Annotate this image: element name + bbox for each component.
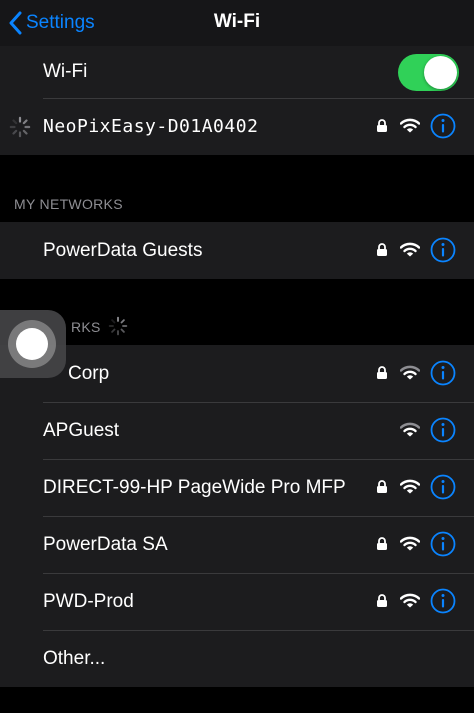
info-icon[interactable] [430,237,456,263]
info-icon[interactable] [430,588,456,614]
network-name: NeoPixEasy-D01A0402 [43,116,259,137]
other-network-label: Other... [43,647,106,669]
network-name: PowerData SA [43,533,168,555]
my-networks-group: PowerData Guests [0,222,474,279]
network-row[interactable]: PowerData SA [0,516,474,573]
wifi-group: Wi-Fi NeoPixEasy-D01A0402 [0,46,474,155]
network-name: DIRECT-99-HP PageWide Pro MFP [43,476,346,498]
loading-spinner-icon [9,116,31,138]
other-network-row[interactable]: Other... [0,630,474,687]
network-row[interactable]: PWD-Prod [0,573,474,630]
network-name: APGuest [43,419,120,441]
network-row[interactable]: DIRECT-99-HP PageWide Pro MFP [0,459,474,516]
connecting-network-row[interactable]: NeoPixEasy-D01A0402 [0,98,474,155]
assistive-touch-dot [16,328,48,360]
lock-icon [377,537,387,550]
network-row[interactable]: APGuest [0,402,474,459]
navigation-bar: Settings Wi-Fi [0,0,474,46]
info-icon[interactable] [430,360,456,386]
wifi-signal-icon [400,365,420,380]
info-icon[interactable] [430,417,456,443]
wifi-signal-icon [400,479,420,494]
networks-header: RKS [71,319,101,335]
network-name: Corp [68,362,110,384]
lock-icon [377,119,387,132]
page-title: Wi-Fi [213,11,261,32]
wifi-toggle-label: Wi-Fi [43,61,88,82]
wifi-signal-icon [400,593,420,608]
wifi-toggle-switch[interactable] [398,54,459,91]
lock-icon [377,594,387,607]
wifi-signal-icon [400,242,420,257]
assistive-touch-button[interactable] [0,310,66,378]
networks-group: Corp APGuest DIRECT-99-HP PageWide Pro M… [0,345,474,687]
info-icon[interactable] [430,531,456,557]
my-networks-header: MY NETWORKS [14,196,123,212]
loading-spinner-icon [108,316,128,336]
info-icon[interactable] [430,113,456,139]
network-name: PowerData Guests [43,239,203,261]
network-row[interactable]: PowerData Guests [0,222,474,279]
info-icon[interactable] [430,474,456,500]
network-row[interactable]: Corp [0,345,474,402]
wifi-signal-icon [400,118,420,133]
lock-icon [377,480,387,493]
network-name: PWD-Prod [43,590,134,612]
wifi-signal-icon [400,536,420,551]
wifi-signal-icon [400,422,420,437]
wifi-toggle-row: Wi-Fi [0,46,474,98]
lock-icon [377,366,387,379]
toggle-knob [424,56,457,89]
lock-icon [377,243,387,256]
